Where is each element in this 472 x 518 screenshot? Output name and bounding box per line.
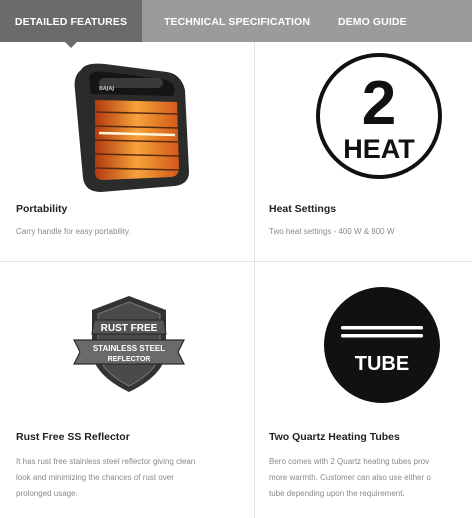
description-line: tube depending upon the requirement. [269, 489, 405, 498]
two-heat-icon: 2 HEAT [316, 53, 442, 179]
svg-text:STAINLESS STEEL: STAINLESS STEEL [93, 344, 165, 353]
description-line: It has rust free stainless steel reflect… [16, 457, 196, 466]
tab-demo-guide[interactable]: DEMO GUIDE [320, 0, 407, 42]
tab-detailed-features[interactable]: DETAILED FEATURES [0, 0, 142, 48]
feature-title: Heat Settings [269, 203, 337, 215]
tube-icon: TUBE [324, 287, 440, 403]
svg-text:2: 2 [362, 69, 396, 138]
feature-title: Rust Free SS Reflector [16, 431, 130, 443]
description-line: prolonged usage. [16, 489, 78, 498]
description-line: more warmth. Customer can also use eithe… [269, 473, 431, 482]
svg-text:TUBE: TUBE [355, 353, 409, 375]
feature-card-heating-tubes: TUBE Two Quartz Heating Tubes Bero comes… [255, 262, 472, 518]
svg-text:BAJAJ: BAJAJ [99, 86, 114, 92]
feature-title: Two Quartz Heating Tubes [269, 431, 400, 443]
feature-card-portability: BAJAJ Portability Carry handle for easy … [0, 42, 254, 261]
svg-text:HEAT: HEAT [343, 134, 415, 164]
tab-technical-specification[interactable]: TECHNICAL SPECIFICATION [142, 0, 320, 42]
rust-free-badge-icon: RUST FREE STAINLESS STEEL REFLECTOR [73, 296, 185, 392]
feature-description: It has rust free stainless steel reflect… [16, 454, 244, 502]
description-line: look and minimizing the chances of rust … [16, 473, 174, 482]
features-grid: BAJAJ Portability Carry handle for easy … [0, 42, 472, 518]
heater-icon: BAJAJ [74, 63, 189, 192]
feature-tabs: DETAILED FEATURES TECHNICAL SPECIFICATIO… [0, 0, 472, 48]
feature-description: Two heat settings - 400 W & 800 W [269, 227, 395, 236]
feature-title: Portability [16, 203, 68, 215]
description-line: Bero comes with 2 Quartz heating tubes p… [269, 457, 430, 466]
svg-text:REFLECTOR: REFLECTOR [108, 356, 151, 363]
svg-text:RUST FREE: RUST FREE [101, 323, 158, 334]
feature-card-rust-free: RUST FREE STAINLESS STEEL REFLECTOR Rust… [0, 262, 254, 518]
feature-description: Bero comes with 2 Quartz heating tubes p… [269, 454, 472, 502]
feature-card-heat-settings: 2 HEAT Heat Settings Two heat settings -… [255, 42, 472, 261]
feature-description: Carry handle for easy portability. [16, 227, 131, 236]
